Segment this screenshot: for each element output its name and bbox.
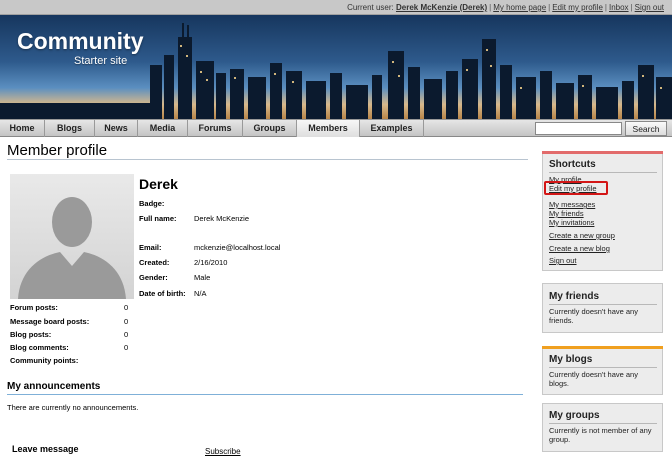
current-user-link[interactable]: Derek McKenzie (Derek) (396, 3, 487, 12)
nav-news[interactable]: News (95, 120, 138, 137)
blog-comments-label: Blog comments: (10, 343, 69, 352)
sign-out-top-link[interactable]: Sign out (635, 3, 664, 12)
email-label: Email: (139, 243, 162, 252)
friends-text: Currently doesn't have any friends. (549, 307, 638, 325)
my-home-page-link[interactable]: My home page (493, 3, 546, 12)
blogs-title: My blogs (549, 354, 593, 365)
shortcuts-divider (549, 172, 657, 173)
blogs-panel: My blogs Currently doesn't have any blog… (542, 346, 663, 395)
edit-my-profile-top-link[interactable]: Edit my profile (552, 3, 603, 12)
nav-examples[interactable]: Examples (360, 120, 424, 137)
shortcuts-title: Shortcuts (549, 159, 596, 170)
blog-posts-value: 0 (124, 330, 129, 339)
shortcut-create-blog[interactable]: Create a new blog (549, 244, 610, 253)
blog-posts-label: Blog posts: (10, 330, 52, 339)
search-button[interactable]: Search (625, 121, 667, 136)
badge-label: Badge: (139, 199, 165, 208)
shortcuts-panel: Shortcuts My profile Edit my profile My … (542, 151, 663, 271)
site-banner: Community Starter site (0, 15, 672, 119)
nav-forums[interactable]: Forums (188, 120, 243, 137)
highlight-annotation (544, 181, 608, 195)
groups-divider (549, 423, 657, 424)
gender-value: Male (194, 273, 211, 282)
blogs-accent (542, 346, 663, 349)
created-label: Created: (139, 258, 170, 267)
nav-blogs[interactable]: Blogs (45, 120, 95, 137)
leave-message-title: Leave message (12, 444, 79, 454)
friends-divider (549, 304, 657, 305)
shortcut-my-messages[interactable]: My messages (549, 200, 595, 209)
email-value: mckenzie@localhost.local (194, 243, 281, 252)
nav-media[interactable]: Media (138, 120, 188, 137)
announcements-title: My announcements (7, 381, 101, 392)
date-of-birth-label: Date of birth: (139, 289, 186, 298)
forum-posts-value: 0 (124, 303, 129, 312)
groups-text: Currently is not member of any group. (549, 426, 652, 444)
shortcut-my-invitations[interactable]: My invitations (549, 218, 594, 227)
blogs-divider (549, 367, 657, 368)
full-name-label: Full name: (139, 214, 177, 223)
shortcut-my-friends[interactable]: My friends (549, 209, 584, 218)
message-board-posts-value: 0 (124, 317, 129, 326)
message-board-posts-label: Message board posts: (10, 317, 90, 326)
shortcuts-accent (542, 151, 663, 154)
groups-title: My groups (549, 410, 600, 421)
default-avatar-icon (18, 197, 126, 299)
shortcut-sign-out[interactable]: Sign out (549, 256, 577, 265)
announcements-text: There are currently no announcements. (7, 403, 139, 412)
search-input[interactable] (535, 122, 622, 135)
top-user-bar: Current user: Derek McKenzie (Derek) | My … (0, 0, 672, 15)
nav-home[interactable]: Home (0, 120, 45, 137)
main-navigation: Home Blogs News Media Forums Groups Memb… (0, 119, 672, 137)
avatar (10, 174, 134, 299)
site-logo-title[interactable]: Community (17, 28, 144, 55)
user-links: Current user: Derek McKenzie (Derek) | My … (347, 3, 664, 12)
community-points-label: Community points: (10, 356, 79, 365)
friends-title: My friends (549, 291, 600, 302)
current-user-label: Current user: (347, 3, 394, 12)
inbox-link[interactable]: Inbox (609, 3, 629, 12)
date-of-birth-value: N/A (194, 289, 207, 298)
forum-posts-label: Forum posts: (10, 303, 58, 312)
full-name-value: Derek McKenzie (194, 214, 250, 223)
nav-groups[interactable]: Groups (243, 120, 297, 137)
page-title: Member profile (7, 142, 108, 159)
shortcut-create-group[interactable]: Create a new group (549, 231, 615, 240)
title-divider (7, 159, 528, 160)
nav-members[interactable]: Members (297, 120, 360, 137)
site-logo-subtitle: Starter site (74, 55, 128, 67)
created-value: 2/16/2010 (194, 258, 228, 267)
blog-comments-value: 0 (124, 343, 129, 352)
friends-panel: My friends Currently doesn't have any fr… (542, 283, 663, 333)
gender-label: Gender: (139, 273, 168, 282)
groups-panel: My groups Currently is not member of any… (542, 403, 663, 452)
subscribe-link[interactable]: Subscribe (205, 447, 241, 456)
announcements-divider (7, 394, 523, 395)
member-name: Derek (139, 176, 178, 192)
blogs-text: Currently doesn't have any blogs. (549, 370, 638, 388)
